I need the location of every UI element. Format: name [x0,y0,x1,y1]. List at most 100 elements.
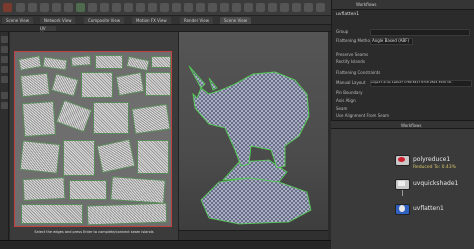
uv-island[interactable] [18,55,42,71]
scene-viewport[interactable] [178,32,328,240]
node-uvquickshade-label: uvquickshade1 [413,180,459,187]
uv-island[interactable] [81,72,113,98]
rotate-tool-icon[interactable] [1,56,8,63]
select-tool-icon[interactable] [1,36,8,43]
render-icon[interactable] [40,3,49,12]
uv-island[interactable] [51,73,79,97]
tab-network-view[interactable]: Network View [40,17,76,24]
assets-icon[interactable] [52,3,61,12]
uv-island[interactable] [19,140,61,174]
timeline-playbar[interactable] [0,240,331,249]
node-title: uvflatten1 [336,12,360,17]
param-group-label: Group [336,29,349,34]
texture-icon[interactable] [136,3,145,12]
network-tabs: Workflows [331,120,474,129]
network-path[interactable]: Workflows [401,123,421,128]
method-select[interactable]: Angle Based (ABF) [370,38,413,45]
tab-composite-view[interactable]: Composite View [84,17,125,24]
polyreduce-node-icon [398,157,405,162]
create-icon[interactable] [76,3,85,12]
uvquickshade-node-icon [398,181,405,186]
panel-header-title: Workflows [356,2,377,7]
uv-island[interactable] [86,202,168,226]
windows-icon[interactable] [64,3,73,12]
simple-fx-icon[interactable] [220,3,229,12]
muscles-icon[interactable] [160,3,169,12]
uv-island[interactable] [70,55,92,67]
param-rectify-label: Rectify Islands [336,59,365,64]
viewport-status [179,230,328,240]
uv-island[interactable] [55,99,93,133]
param-manual-layout-label: Manual Layout [336,80,366,85]
rigid-bodies-icon[interactable] [304,3,313,12]
uv-island[interactable] [115,71,145,97]
hair-icon[interactable] [196,3,205,12]
pose-tool-icon[interactable] [1,92,8,99]
model-icon[interactable] [100,3,109,12]
uv-grid[interactable] [14,51,172,227]
houdini-logo-icon [3,3,12,12]
uv-island[interactable] [137,140,169,174]
tab-scene-view-2[interactable]: Scene View [220,17,251,24]
uv-island[interactable] [63,140,95,176]
particles-icon[interactable] [280,3,289,12]
uv-island[interactable] [110,176,166,204]
tab-render-view[interactable]: Render View [180,17,214,24]
tab-scene-view[interactable]: Scene View [2,17,33,24]
node-polyreduce-info: Reduced To: 0.43% [413,165,456,170]
fluids-icon[interactable] [316,3,325,12]
param-preserve-seams-label: Preserve Seams [336,52,369,57]
uv-island[interactable] [126,55,150,72]
characters-icon[interactable] [172,3,181,12]
uv-island[interactable] [42,56,68,71]
tool-strip [0,32,9,240]
param-align-seam-label: Use Alignment From Seam [336,113,390,118]
node-uvflatten-label: uvflatten1 [413,205,444,212]
uvflatten-node-icon [399,205,405,212]
uv-island[interactable] [22,176,66,202]
uv-view-label: UV View [40,26,56,36]
uv-island[interactable] [96,138,136,174]
uv-island[interactable] [95,55,123,69]
node-polyreduce-label: polyreduce1 [413,156,451,163]
edit-icon[interactable] [28,3,37,12]
grains-icon[interactable] [292,3,301,12]
handle-tool-icon[interactable] [1,76,8,83]
scale-tool-icon[interactable] [1,66,8,73]
view-tool-icon[interactable] [1,102,8,109]
volume-icon[interactable] [244,3,253,12]
file-icon[interactable] [16,3,25,12]
param-pin-boundary-label: Pin Boundary [336,90,363,95]
rhino-model-icon[interactable] [179,32,329,231]
viewport-tabs: Scene View Network View Composite View M… [0,16,331,25]
cloud-fx-icon[interactable] [232,3,241,12]
deform-icon[interactable] [124,3,133,12]
uv-island[interactable] [21,100,57,138]
uv-hint-text: Select the edges and press Enter to comp… [34,230,154,234]
group-field[interactable] [370,29,470,36]
viewport-toolbar: UV View [0,25,331,36]
tab-motion-fx-view[interactable]: Motion FX View [132,17,171,24]
uv-island[interactable] [93,102,129,134]
modify-icon[interactable] [88,3,97,12]
param-constraints-label: Flattening Constraints [336,70,381,75]
rigging-icon[interactable] [148,3,157,12]
param-method-label: Flattening Method [336,38,373,43]
uv-island[interactable] [151,56,171,68]
terrain-icon[interactable] [208,3,217,12]
uv-island[interactable] [131,103,171,135]
uv-island[interactable] [21,204,83,224]
param-seam-label: Seam [336,106,348,111]
param-axis-align-label: Axis Align [336,98,356,103]
collisions-icon[interactable] [268,3,277,12]
manual-layout-field[interactable]: edge17-2cde 1e0b27 1789 8417 8718 2824 3… [370,80,472,87]
polygon-icon[interactable] [112,3,121,12]
network-view[interactable]: polyreduce1 Reduced To: 0.43% uvquicksha… [331,129,474,249]
lights-icon[interactable] [256,3,265,12]
uv-island[interactable] [145,72,171,96]
move-tool-icon[interactable] [1,46,8,53]
panel-header: Workflows [332,0,474,10]
uv-island[interactable] [69,180,107,200]
uv-island[interactable] [19,72,51,98]
animation-icon[interactable] [184,3,193,12]
